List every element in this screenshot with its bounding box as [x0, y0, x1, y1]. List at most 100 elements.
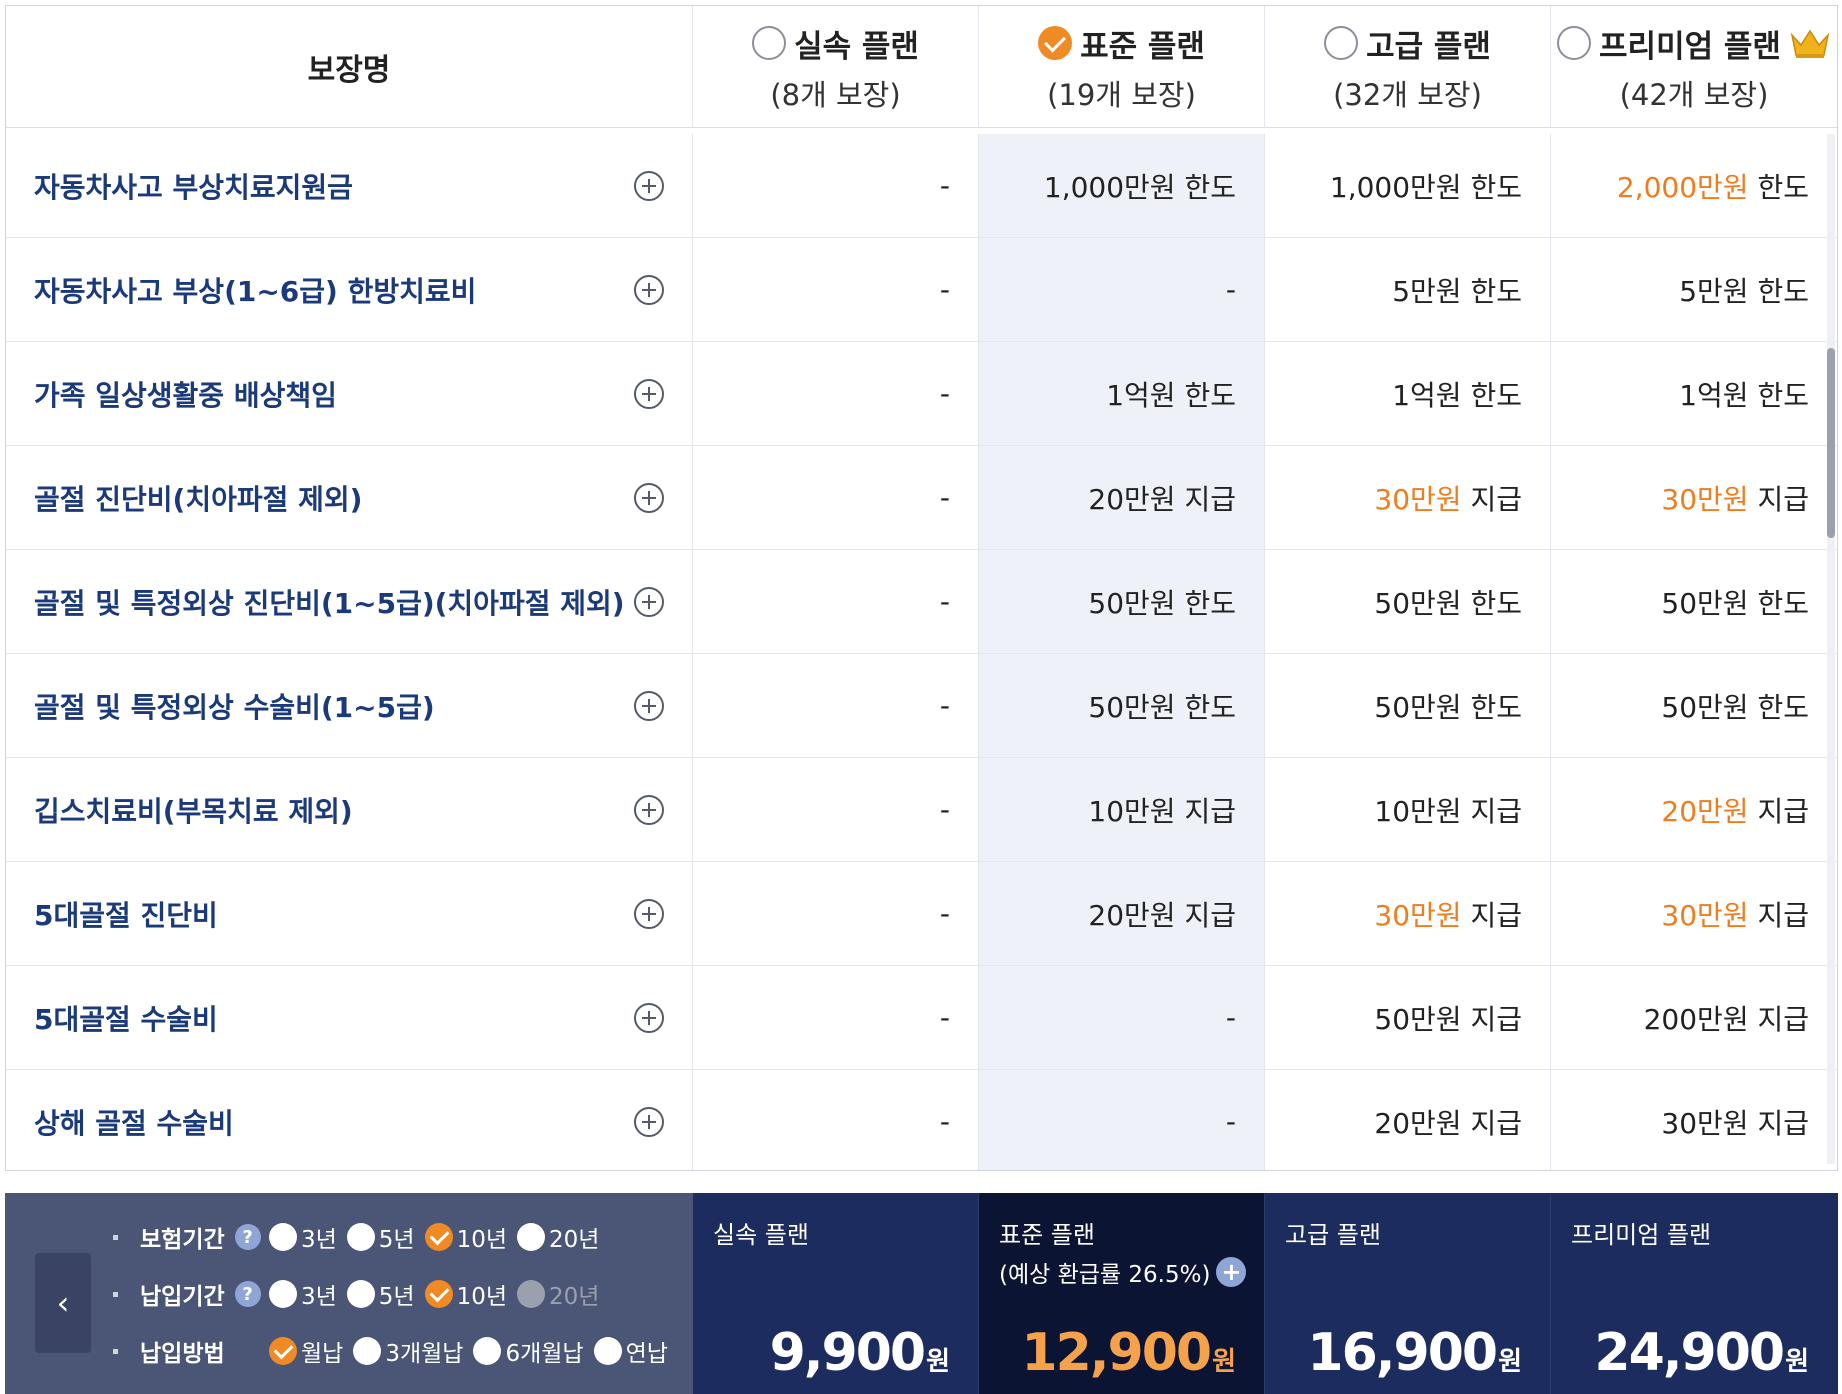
radio-icon[interactable]: [346, 1223, 375, 1251]
plus-circle-icon[interactable]: [634, 378, 664, 409]
option-choice[interactable]: 3개월납: [353, 1334, 463, 1368]
option-choice[interactable]: 3년: [269, 1220, 337, 1254]
coverage-unit: 한도: [1461, 170, 1522, 204]
coverage-name-cell[interactable]: 가족 일상생활중 배상책임: [6, 342, 693, 445]
price-basic[interactable]: 실속 플랜 9,900 원: [693, 1193, 979, 1394]
coverage-value-cell: 30만원 지급: [1265, 446, 1551, 549]
radio-icon[interactable]: [346, 1280, 375, 1308]
coverage-amount: 1,000만원: [1329, 170, 1462, 204]
coverage-amount: 10만원: [1088, 794, 1176, 828]
price-premium[interactable]: 프리미엄 플랜 24,900 원: [1551, 1193, 1837, 1394]
price-plan-name: 고급 플랜: [1285, 1221, 1381, 1249]
table-row: 골절 및 특정외상 수술비(1~5급) -50만원 한도 50만원 한도 50만원 한…: [6, 654, 1837, 758]
coverage-name-cell[interactable]: 상해 골절 수술비: [6, 1070, 693, 1170]
coverage-name[interactable]: 골절 및 특정외상 진단비(1~5급)(치아파절 제외): [34, 582, 625, 622]
coverage-name[interactable]: 자동차사고 부상(1~6급) 한방치료비: [34, 270, 476, 310]
coverage-name-cell[interactable]: 골절 진단비(치아파절 제외): [6, 446, 693, 549]
plus-circle-icon[interactable]: [634, 1002, 664, 1033]
coverage-name-cell[interactable]: 골절 및 특정외상 수술비(1~5급): [6, 654, 693, 757]
radio-icon[interactable]: [1557, 26, 1592, 60]
prev-button[interactable]: ‹: [35, 1253, 91, 1353]
option-choice[interactable]: 6개월납: [473, 1334, 584, 1368]
radio-icon[interactable]: [752, 26, 787, 60]
coverage-amount: 20만원: [1088, 898, 1176, 932]
coverage-name[interactable]: 가족 일상생활중 배상책임: [34, 374, 337, 414]
plan-header-premium[interactable]: 프리미엄 플랜 (42개 보장): [1551, 6, 1837, 128]
plan-header-standard[interactable]: 표준 플랜 (19개 보장): [979, 6, 1265, 128]
coverage-amount: -: [939, 273, 950, 306]
plus-circle-icon[interactable]: [634, 170, 664, 201]
bullet-icon: [113, 1348, 118, 1354]
radio-icon[interactable]: [473, 1337, 502, 1365]
coverage-name-cell[interactable]: 자동차사고 부상치료지원금: [6, 134, 693, 237]
plan-name: 실속 플랜: [794, 28, 919, 65]
coverage-value-cell: 20만원 지급: [979, 862, 1265, 965]
plus-circle-icon[interactable]: [634, 482, 664, 513]
radio-icon[interactable]: [517, 1280, 546, 1308]
coverage-value-cell: -: [693, 654, 979, 757]
coverage-name-cell[interactable]: 자동차사고 부상(1~6급) 한방치료비: [6, 238, 693, 341]
radio-icon[interactable]: [517, 1223, 546, 1251]
radio-icon[interactable]: [593, 1337, 622, 1365]
coverage-amount: -: [939, 481, 950, 514]
option-text: 월납: [301, 1341, 344, 1367]
coverage-amount: 50만원: [1374, 586, 1462, 620]
option-choice[interactable]: 3년: [269, 1277, 337, 1311]
coverage-name[interactable]: 자동차사고 부상치료지원금: [34, 166, 353, 206]
insurance-period-row: 보험기간? 3년 5년 10년 20년: [113, 1217, 609, 1257]
coverage-name-cell[interactable]: 5대골절 진단비: [6, 862, 693, 965]
plus-circle-icon[interactable]: +: [1216, 1257, 1247, 1287]
coverage-name[interactable]: 골절 진단비(치아파절 제외): [34, 478, 362, 518]
scrollbar-track[interactable]: [1827, 134, 1835, 1164]
scrollbar-thumb[interactable]: [1827, 348, 1835, 538]
plus-circle-icon[interactable]: [634, 898, 664, 929]
price-advanced[interactable]: 고급 플랜 16,900 원: [1265, 1193, 1551, 1394]
plus-circle-icon[interactable]: [634, 1106, 664, 1137]
price-amount: 12,900: [1021, 1323, 1212, 1383]
price-standard[interactable]: 표준 플랜 (예상 환급률 26.5%) + 12,900 원: [979, 1193, 1265, 1394]
coverage-name[interactable]: 상해 골절 수술비: [34, 1102, 234, 1142]
radio-icon[interactable]: [269, 1223, 297, 1251]
coverage-value-cell: 50만원 한도: [979, 550, 1265, 653]
coverage-value-cell: 20만원 지급: [1265, 1070, 1551, 1170]
help-icon[interactable]: ?: [234, 1281, 261, 1307]
option-choice[interactable]: 10년: [424, 1220, 507, 1254]
plus-circle-icon[interactable]: [634, 274, 664, 305]
coverage-unit: 한도: [1748, 170, 1809, 204]
option-choice[interactable]: 10년: [424, 1277, 507, 1311]
plan-header-advanced[interactable]: 고급 플랜 (32개 보장): [1265, 6, 1551, 128]
coverage-value-cell: 1,000만원 한도: [1265, 134, 1551, 237]
radio-icon[interactable]: [269, 1280, 297, 1308]
option-choice[interactable]: 20년: [517, 1220, 599, 1254]
coverage-name[interactable]: 골절 및 특정외상 수술비(1~5급): [34, 686, 435, 726]
coverage-name-cell[interactable]: 5대골절 수술비: [6, 966, 693, 1069]
coverage-value-cell: 1억원 한도: [1265, 342, 1551, 445]
coverage-name[interactable]: 깁스치료비(부목치료 제외): [34, 790, 353, 830]
option-choice[interactable]: 연납: [593, 1334, 668, 1368]
radio-icon[interactable]: [353, 1337, 382, 1365]
price-amount: 24,900: [1594, 1323, 1785, 1383]
option-choice[interactable]: 5년: [346, 1220, 415, 1254]
check-circle-icon[interactable]: [424, 1280, 453, 1308]
coverage-name[interactable]: 5대골절 진단비: [34, 894, 218, 934]
coverage-name-cell[interactable]: 골절 및 특정외상 진단비(1~5급)(치아파절 제외): [6, 550, 693, 653]
coverage-name[interactable]: 5대골절 수술비: [34, 998, 218, 1038]
plus-circle-icon[interactable]: [634, 690, 664, 721]
option-text: 3년: [301, 1227, 337, 1253]
coverage-name-cell[interactable]: 깁스치료비(부목치료 제외): [6, 758, 693, 861]
plus-circle-icon[interactable]: [634, 586, 664, 617]
coverage-amount: -: [939, 1105, 950, 1138]
coverage-value-cell: 10만원 지급: [979, 758, 1265, 861]
radio-icon[interactable]: [1324, 26, 1359, 60]
coverage-value-cell: 1억원 한도: [1551, 342, 1837, 445]
check-circle-icon[interactable]: [424, 1223, 453, 1251]
coverage-value-cell: -: [693, 758, 979, 861]
check-circle-icon[interactable]: [1038, 26, 1073, 60]
plus-circle-icon[interactable]: [634, 794, 664, 825]
check-circle-icon[interactable]: [269, 1337, 297, 1365]
plan-header-basic[interactable]: 실속 플랜 (8개 보장): [693, 6, 979, 128]
option-choice[interactable]: 5년: [346, 1277, 415, 1311]
option-choice[interactable]: 월납: [269, 1334, 343, 1368]
option-choice[interactable]: 20년: [517, 1277, 599, 1311]
help-icon[interactable]: ?: [234, 1224, 261, 1250]
